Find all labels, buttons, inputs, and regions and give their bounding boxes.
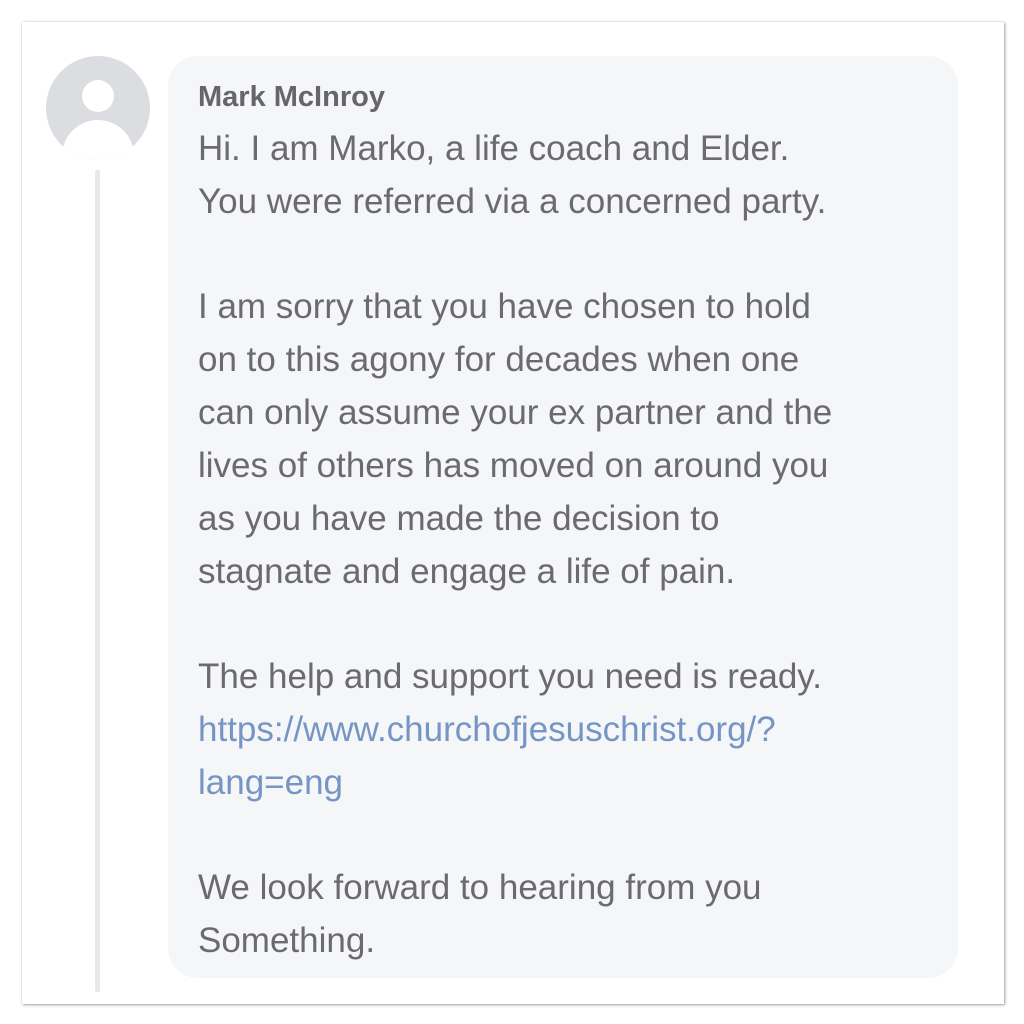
message-line: I am sorry that you have chosen to hold (198, 287, 811, 326)
message-line: Something. (198, 921, 376, 960)
message-line: lives of others has moved on around you (198, 446, 829, 485)
message-paragraph-1: Hi. I am Marko, a life coach and Elder. … (198, 122, 943, 228)
message-line: stagnate and engage a life of pain. (198, 552, 736, 591)
church-link-line-2[interactable]: lang=eng (198, 756, 943, 809)
message-line: can only assume your ex partner and the (198, 393, 833, 432)
message-body: Hi. I am Marko, a life coach and Elder. … (198, 122, 943, 967)
avatar-body-shape (62, 120, 134, 160)
message-line: We look forward to hearing from you (198, 868, 762, 907)
message-line: as you have made the decision to (198, 499, 720, 538)
church-link-line-1[interactable]: https://www.churchofjesuschrist.org/? (198, 703, 943, 756)
message-paragraph-2: I am sorry that you have chosen to hold … (198, 280, 943, 598)
message-line: You were referred via a concerned party. (198, 182, 827, 221)
thread-line (95, 170, 100, 992)
message-line: The help and support you need is ready. (198, 657, 822, 696)
message-paragraph-4: We look forward to hearing from you Some… (198, 861, 943, 967)
message-line: on to this agony for decades when one (198, 340, 800, 379)
avatar-head-shape (82, 80, 114, 112)
message-line: Hi. I am Marko, a life coach and Elder. (198, 129, 790, 168)
author-name[interactable]: Mark McInroy (198, 79, 385, 115)
user-avatar-icon[interactable] (46, 56, 150, 160)
message-paragraph-3: The help and support you need is ready. … (198, 650, 943, 809)
